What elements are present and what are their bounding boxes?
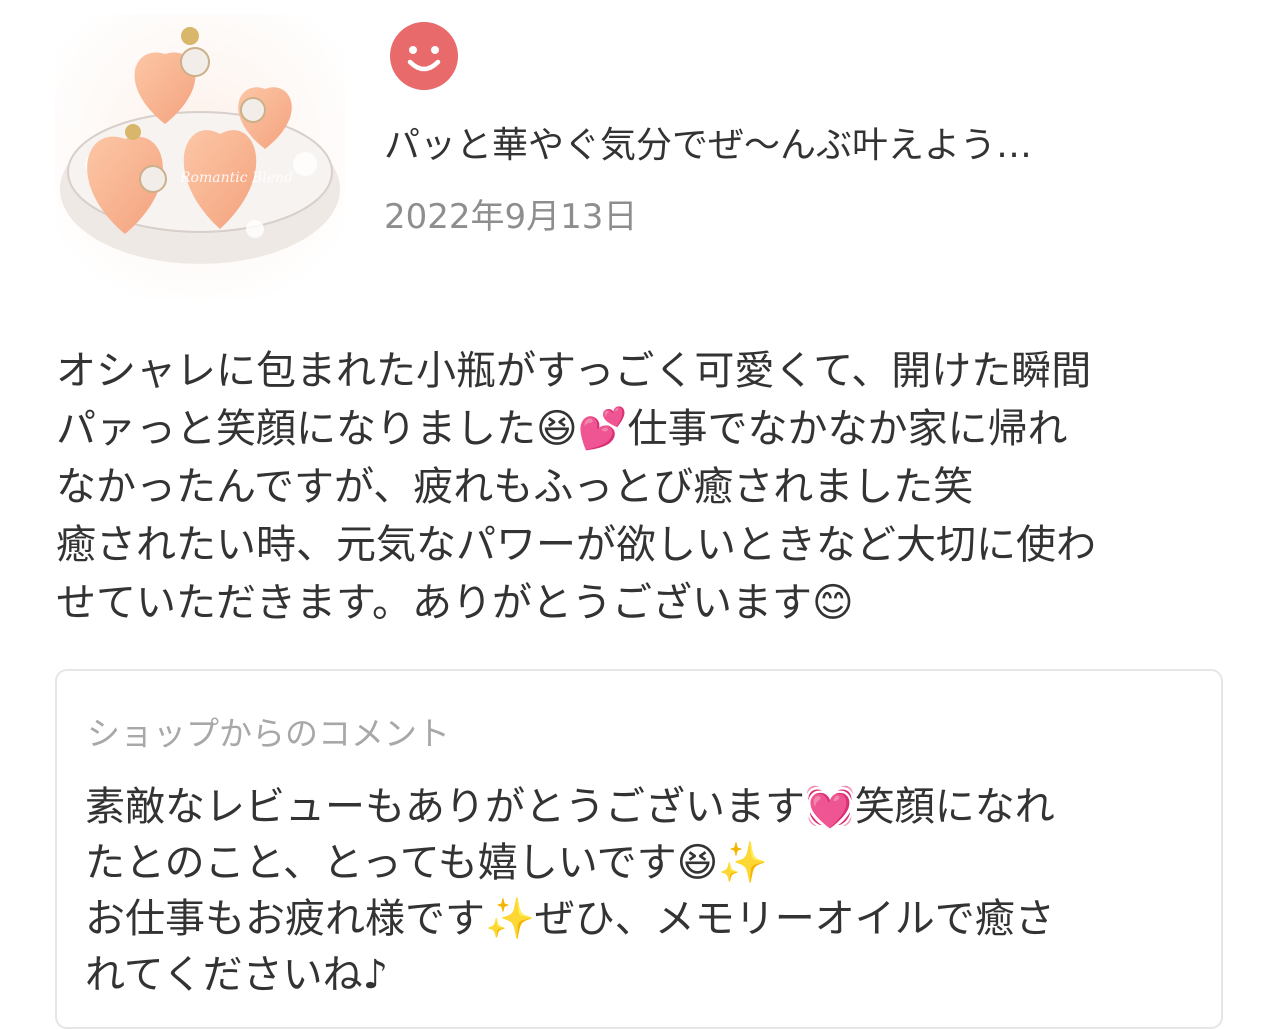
heart-soaps-image: Romantic Blend [55,14,345,300]
shop-comment-heading: ショップからのコメント [87,714,450,753]
product-image[interactable]: Romantic Blend [55,14,345,300]
review-title[interactable]: パッと華やぐ気分でぜ〜んぶ叶えよう… [384,118,1204,174]
smile-face-icon [390,22,458,90]
review-date: 2022年9月13日 [384,197,638,237]
rating-smile-icon [388,20,460,92]
shop-comment-box: ショップからのコメント 素敵なレビューもありがとうございます💓笑顔になれ たとの… [55,669,1223,1029]
shop-comment-body: 素敵なレビューもありがとうございます💓笑顔になれ たとのこと、とっても嬉しいです… [85,784,1055,998]
review-body: オシャレに包まれた小瓶がすっごく可愛くて、開けた瞬間 パァっと笑顔になりました😆… [56,348,1096,626]
brand-watermark: Romantic Blend [179,170,293,186]
